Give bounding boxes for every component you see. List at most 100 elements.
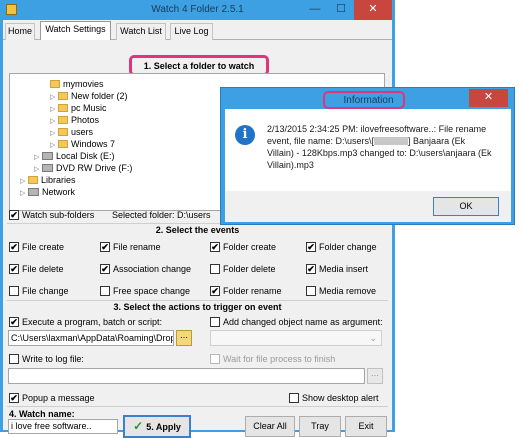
folder-icon [58,116,68,124]
checkbox-box[interactable] [9,317,19,327]
popup-message-checkbox[interactable]: Popup a message [9,392,95,404]
execute-program-checkbox[interactable]: Execute a program, batch or script: [9,316,162,328]
wait-finish-checkbox[interactable]: Wait for file process to finish [210,353,335,365]
tab-live-log[interactable]: Live Log [170,23,213,40]
checkbox-box[interactable] [9,393,19,403]
event-checkbox[interactable]: Free space change [100,285,190,297]
checkbox-box[interactable] [210,354,220,364]
section3-title: 3. Select the actions to trigger on even… [113,302,282,312]
tab-home[interactable]: Home [5,23,35,40]
checkbox-box[interactable] [210,286,220,296]
message-line: Villain).mp3 [267,160,314,170]
checkbox-label: Watch sub-folders [22,210,95,220]
checkbox-label: Media insert [319,264,369,274]
dialog-close-button[interactable]: ✕ [469,89,508,107]
tree-item[interactable]: ▷ users [50,126,93,138]
checkbox-box[interactable] [210,242,220,252]
clear-all-button[interactable]: Clear All [245,416,295,437]
add-name-argument-checkbox[interactable]: Add changed object name as argument: [210,316,383,328]
dialog-message: 2/13/2015 2:34:25 PM: ilovefreesoftware.… [267,123,507,171]
event-checkbox[interactable]: Folder rename [210,285,282,297]
redacted-text [374,137,409,145]
checkbox-box[interactable] [289,393,299,403]
event-checkbox[interactable]: File change [9,285,69,297]
info-icon: i [235,125,255,145]
checkbox-box[interactable] [9,264,19,274]
checkbox-label: File rename [113,242,161,252]
minimize-button[interactable]: — [302,0,328,20]
checkbox-box[interactable] [9,210,19,220]
checkbox-label: Wait for file process to finish [223,354,336,364]
dialog-footer: OK [225,191,511,222]
tree-item[interactable]: ▷ Network [20,186,75,198]
ok-button[interactable]: OK [433,197,499,216]
tab-watch-settings[interactable]: Watch Settings [40,21,111,41]
event-checkbox[interactable]: File rename [100,241,161,253]
checkbox-box[interactable] [306,286,316,296]
tree-item[interactable]: ▷ New folder (2) [50,90,128,102]
checkbox-box[interactable] [100,242,110,252]
information-dialog: Information ✕ i 2/13/2015 2:34:25 PM: il… [220,87,515,225]
tab-bar: Home Watch Settings Watch List Live Log [3,20,392,41]
program-path-field[interactable]: C:\Users\laxman\AppData\Roaming\Dropbo [8,330,174,346]
watch-subfolders-checkbox[interactable]: Watch sub-folders [9,209,94,221]
maximize-button[interactable]: ☐ [328,0,354,20]
event-checkbox[interactable]: Association change [100,263,191,275]
tray-button[interactable]: Tray [299,416,341,437]
event-checkbox[interactable]: Folder delete [210,263,276,275]
folder-icon [58,92,68,100]
checkbox-label: Popup a message [22,393,95,403]
desktop-alert-checkbox[interactable]: Show desktop alert [289,392,379,404]
tree-item-label: pc Music [71,103,107,113]
tab-watch-list[interactable]: Watch List [116,23,166,40]
tree-item-label: Windows 7 [71,139,116,149]
folder-icon [58,140,68,148]
tree-item[interactable]: ▷ Photos [50,114,99,126]
folder-icon [58,104,68,112]
checkbox-box[interactable] [100,264,110,274]
checkbox-box[interactable] [100,286,110,296]
checkbox-label: Folder create [223,242,277,252]
dvd-drive-icon [42,164,53,172]
argument-dropdown[interactable]: ⌄ [210,330,382,346]
event-checkbox[interactable]: File create [9,241,64,253]
tree-item[interactable]: mymovies [50,78,104,90]
close-button[interactable]: ✕ [354,0,392,20]
tree-item[interactable]: ▷ Windows 7 [50,138,115,150]
apply-button[interactable]: ✓ 5. Apply [123,415,191,438]
message-line: event, file name: D:\users\[] Banjaara (… [267,135,507,147]
tree-item-label: DVD RW Drive (F:) [56,163,133,173]
tree-item[interactable]: ▷ DVD RW Drive (F:) [34,162,132,174]
tree-item[interactable]: ▷ pc Music [50,102,107,114]
checkbox-box[interactable] [306,264,316,274]
event-checkbox[interactable]: Folder change [306,241,377,253]
network-icon [28,188,39,196]
checkbox-box[interactable] [9,354,19,364]
event-checkbox[interactable]: Media remove [306,285,376,297]
chevron-down-icon: ⌄ [369,333,377,343]
checkbox-box[interactable] [9,286,19,296]
tree-item-label: New folder (2) [71,91,128,101]
tree-item-label: users [71,127,94,137]
tree-item-label: Local Disk (E:) [56,151,115,161]
event-checkbox[interactable]: Media insert [306,263,368,275]
check-icon: ✓ [133,419,144,433]
tree-item-label: Network [42,187,76,197]
exit-button[interactable]: Exit [345,416,387,437]
title-bar[interactable]: Watch 4 Folder 2.5.1 — ☐ ✕ [0,0,395,20]
write-log-checkbox[interactable]: Write to log file: [9,353,84,365]
checkbox-box[interactable] [210,317,220,327]
event-checkbox[interactable]: File delete [9,263,64,275]
apply-label: 5. Apply [146,422,181,432]
event-checkbox[interactable]: Folder create [210,241,276,253]
browse-folder-icon[interactable]: ⋯ [176,330,192,346]
browse-log-icon[interactable]: ⋯ [367,368,383,384]
message-text: event, file name: D:\users\[ [267,136,375,146]
checkbox-box[interactable] [306,242,316,252]
tree-item[interactable]: ▷ Libraries [20,174,76,186]
checkbox-box[interactable] [210,264,220,274]
checkbox-box[interactable] [9,242,19,252]
log-path-field[interactable] [8,368,365,384]
expand-icon[interactable]: ▷ [20,188,28,200]
tree-item[interactable]: ▷ Local Disk (E:) [34,150,115,162]
